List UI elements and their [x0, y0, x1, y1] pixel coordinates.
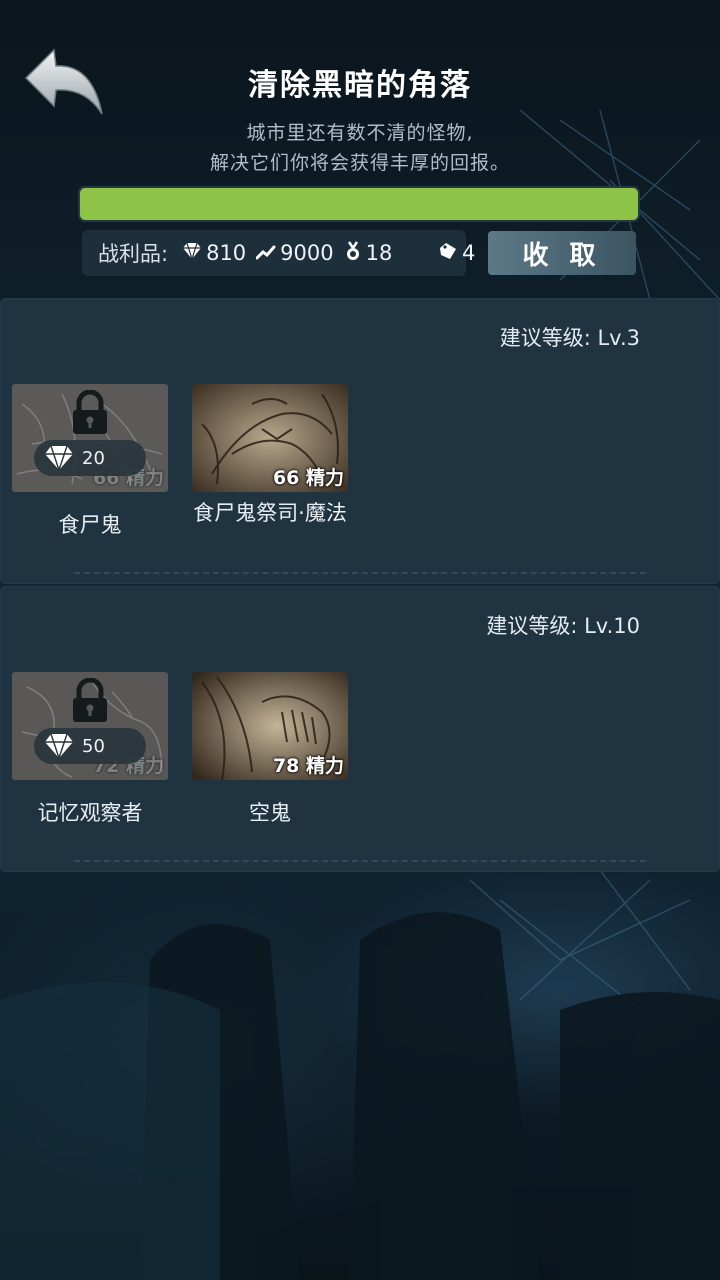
monster-name: 空鬼	[249, 801, 291, 825]
monster-name: 食尸鬼	[58, 513, 122, 537]
subtitle-line-1: 城市里还有数不清的怪物,	[246, 122, 474, 144]
loot-label: 战利品:	[98, 242, 169, 266]
unlock-cost-badge: 20	[34, 440, 146, 476]
diamond-icon	[45, 733, 73, 759]
section-divider	[74, 860, 646, 862]
diamond-icon	[45, 445, 73, 471]
subtitle-line-2: 解决它们你将会获得丰厚的回报。	[209, 152, 510, 174]
unlock-cost-value: 20	[82, 447, 105, 469]
monster-energy: 78 精力	[272, 755, 344, 777]
monster-name: 记忆观察者	[37, 801, 143, 825]
tag-icon	[438, 241, 458, 265]
medal-icon	[344, 240, 362, 266]
trend-icon	[255, 241, 276, 265]
loot-item-medal: 18	[344, 240, 393, 266]
monster-thumbnail-empty-ghost: 78 精力	[192, 672, 348, 780]
lock-icon	[70, 389, 110, 436]
section-divider	[74, 572, 646, 574]
loot-bar: 战利品: 810 9000 18 4	[82, 230, 475, 276]
loot-tag-value: 4	[462, 241, 476, 265]
loot-medal-value: 18	[365, 241, 393, 265]
unlock-cost-badge: 50	[34, 728, 146, 764]
monster-energy: 66 精力	[272, 467, 344, 489]
stage-panel-lv3: 建议等级: Lv.3 66 精力 20 食尸鬼 66 精力 食尸鬼祭司·魔法	[0, 298, 720, 584]
loot-trend-value: 9000	[280, 241, 334, 265]
unlock-cost-value: 50	[82, 735, 105, 757]
clear-progress-bar	[78, 186, 640, 222]
progress-fill	[80, 188, 638, 220]
collect-button[interactable]: 收 取	[488, 231, 636, 275]
loot-item-tag: 4	[438, 241, 475, 265]
suggested-level-label: 建议等级: Lv.3	[499, 326, 640, 350]
loot-diamond-value: 810	[206, 241, 247, 265]
loot-item-diamond: 810	[182, 241, 246, 265]
monster-name: 食尸鬼祭司·魔法	[193, 501, 347, 525]
monster-thumbnail-ghoul-priest: 66 精力	[192, 384, 348, 492]
suggested-level-label: 建议等级: Lv.10	[486, 614, 640, 638]
stage-panel-lv10: 建议等级: Lv.10 72 精力 50 记忆观察者 78 精力 空鬼	[0, 586, 720, 872]
diamond-icon	[182, 241, 202, 265]
loot-item-trend: 9000	[255, 241, 334, 265]
lock-icon	[70, 677, 110, 724]
page-title: 清除黑暗的角落	[248, 68, 472, 103]
